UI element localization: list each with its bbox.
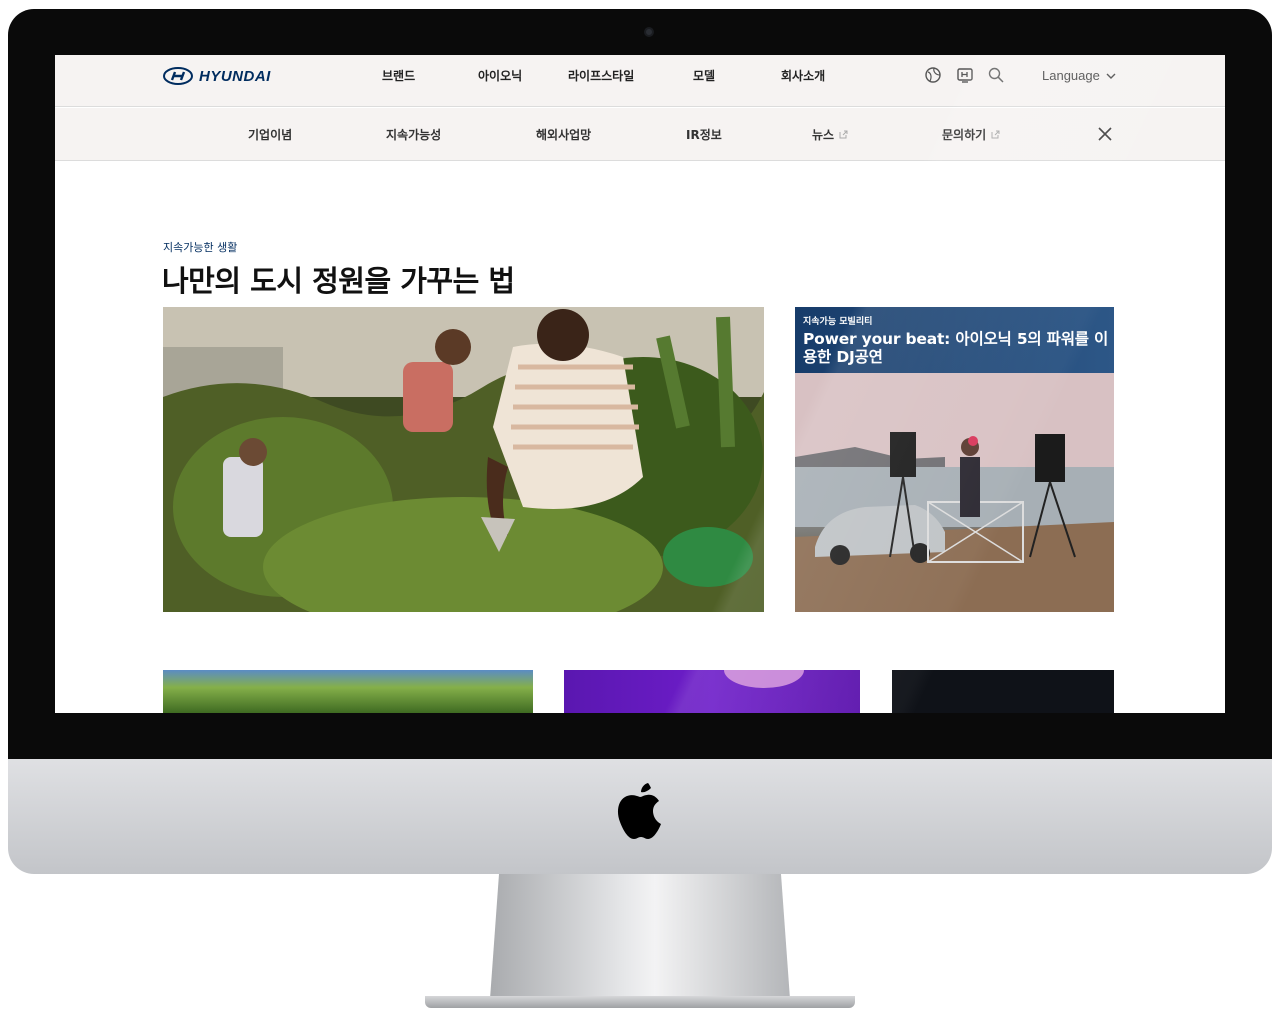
article-category[interactable]: 지속가능한 생활 [163, 239, 237, 255]
menu-ioniq[interactable]: 아이오닉 [478, 67, 522, 84]
search-icon[interactable] [987, 66, 1005, 84]
menu-models[interactable]: 모델 [693, 67, 715, 84]
screen: HYUNDAI 브랜드 아이오닉 라이프스타일 모델 회사소개 Language [55, 55, 1225, 713]
thumbnail-dark[interactable] [892, 670, 1114, 713]
subnav-label: 해외사업망 [536, 128, 592, 142]
subnav-label: 지속가능성 [386, 128, 442, 142]
hyundai-logo[interactable]: HYUNDAI [163, 67, 271, 85]
camera [644, 27, 654, 37]
thumbnail-nature[interactable] [163, 670, 533, 713]
hero-image-garden[interactable] [163, 307, 764, 612]
thumbnail-purple[interactable] [564, 670, 860, 713]
external-link-icon [839, 130, 848, 139]
card-title-banner: 지속가능 모빌리티 Power your beat: 아이오닉 5의 파워를 이… [795, 307, 1114, 373]
subnav-sustainability[interactable]: 지속가능성 [386, 126, 441, 143]
monitor-stand [490, 874, 790, 999]
subnav-contact[interactable]: 문의하기 [942, 126, 1000, 143]
page-title: 나만의 도시 정원을 가꾸는 법 [162, 264, 515, 298]
logo-text: HYUNDAI [199, 67, 271, 85]
global-icon[interactable] [924, 66, 942, 84]
sub-navigation: 기업이념 지속가능성 해외사업망 IR정보 뉴스 문의하기 [55, 108, 1225, 161]
card-title: Power your beat: 아이오닉 5의 파워를 이용한 DJ공연 [803, 330, 1109, 366]
menu-company[interactable]: 회사소개 [781, 67, 825, 84]
subnav-label: 문의하기 [942, 128, 987, 142]
language-label: Language [1042, 68, 1100, 83]
language-selector[interactable]: Language [1042, 68, 1116, 83]
external-link-icon [991, 130, 1000, 139]
menu-lifestyle[interactable]: 라이프스타일 [568, 67, 634, 84]
hyundai-logo-icon [163, 67, 193, 85]
apple-logo-icon [617, 783, 661, 839]
chevron-down-icon [1106, 73, 1116, 79]
subnav-philosophy[interactable]: 기업이념 [248, 126, 292, 143]
close-icon[interactable] [1097, 126, 1113, 142]
subnav-ir[interactable]: IR정보 [686, 126, 722, 143]
thumbnail-graphic [724, 670, 804, 688]
garden-illustration [163, 307, 764, 612]
subnav-label: 기업이념 [248, 128, 293, 142]
menu-brand[interactable]: 브랜드 [382, 67, 415, 84]
card-tag: 지속가능 모빌리티 [803, 317, 873, 327]
media-icon[interactable] [956, 66, 974, 84]
monitor-base [425, 996, 855, 1008]
subnav-global-network[interactable]: 해외사업망 [536, 126, 591, 143]
subnav-label: IR정보 [686, 128, 722, 142]
subnav-label: 뉴스 [812, 128, 835, 142]
side-article-card[interactable]: 지속가능 모빌리티 Power your beat: 아이오닉 5의 파워를 이… [795, 307, 1114, 612]
top-navigation: HYUNDAI 브랜드 아이오닉 라이프스타일 모델 회사소개 Language [55, 55, 1225, 107]
subnav-news[interactable]: 뉴스 [812, 126, 848, 143]
